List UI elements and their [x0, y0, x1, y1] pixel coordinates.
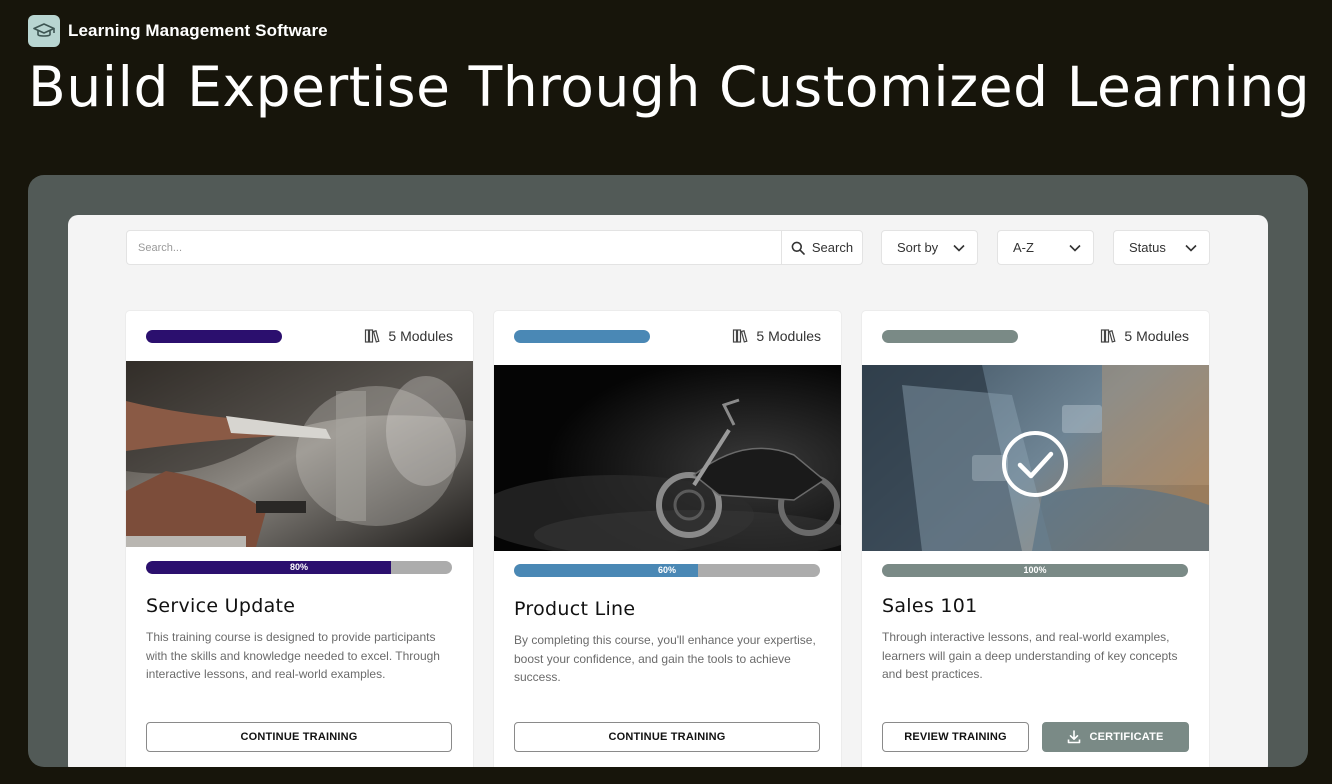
course-card-sales-101: 5 Modules 100% Sales 101 Through interac… — [862, 311, 1209, 767]
toolbar: Search Sort by A-Z Status — [126, 230, 1210, 265]
search-button[interactable]: Search — [781, 231, 862, 264]
course-card-service-update: 5 Modules 80% Service Update This traini… — [126, 311, 473, 767]
course-description: This training course is designed to prov… — [146, 630, 440, 681]
continue-training-label: CONTINUE TRAINING — [240, 731, 358, 743]
search-button-label: Search — [811, 240, 854, 255]
order-dropdown[interactable]: A-Z — [997, 230, 1094, 265]
progress-label: 80% — [289, 562, 308, 572]
course-description: Through interactive lessons, and real-wo… — [882, 630, 1178, 681]
review-training-label: REVIEW TRAINING — [904, 731, 1007, 743]
continue-training-button[interactable]: CONTINUE TRAINING — [146, 722, 452, 752]
progress-label: 60% — [657, 565, 676, 575]
search-icon — [791, 241, 805, 255]
course-image — [126, 361, 473, 547]
modules-label: 5 Modules — [388, 328, 453, 344]
graduation-cap-icon — [28, 15, 60, 47]
course-card-product-line: 5 Modules 60% Product Line By completing… — [494, 311, 841, 767]
search-input[interactable] — [127, 231, 781, 264]
continue-training-button[interactable]: CONTINUE TRAINING — [514, 722, 820, 752]
status-dropdown[interactable]: Status — [1113, 230, 1210, 265]
books-icon — [733, 329, 748, 343]
modules-count: 5 Modules — [732, 328, 821, 344]
search-box: Search — [126, 230, 863, 265]
hero-title: Build Expertise Through Customized Learn… — [28, 55, 1311, 119]
course-color-pill — [882, 330, 1018, 343]
brand: Learning Management Software — [28, 15, 328, 47]
chevron-down-icon — [1185, 244, 1197, 252]
certificate-label: CERTIFICATE — [1089, 731, 1164, 743]
app-frame: Search Sort by A-Z Status — [28, 175, 1308, 767]
progress-bar: 60% — [514, 564, 820, 577]
course-image — [862, 365, 1209, 551]
course-image — [494, 365, 841, 551]
course-color-pill — [514, 330, 650, 343]
certificate-button[interactable]: CERTIFICATE — [1042, 722, 1189, 752]
chevron-down-icon — [953, 244, 965, 252]
sort-by-label: Sort by — [897, 240, 939, 255]
progress-label: 100% — [1023, 565, 1047, 575]
modules-count: 5 Modules — [1100, 328, 1189, 344]
order-label: A-Z — [1013, 240, 1034, 255]
course-title: Service Update — [146, 595, 296, 617]
continue-training-label: CONTINUE TRAINING — [608, 731, 726, 743]
progress-bar: 100% — [882, 564, 1188, 577]
review-training-button[interactable]: REVIEW TRAINING — [882, 722, 1029, 752]
course-color-pill — [146, 330, 282, 343]
modules-label: 5 Modules — [756, 328, 821, 344]
app-name: Learning Management Software — [68, 21, 328, 40]
modules-count: 5 Modules — [364, 328, 453, 344]
course-title: Sales 101 — [882, 595, 978, 617]
chevron-down-icon — [1069, 244, 1081, 252]
course-description: By completing this course, you'll enhanc… — [514, 633, 816, 684]
books-icon — [365, 329, 380, 343]
status-label: Status — [1129, 240, 1166, 255]
books-icon — [1101, 329, 1116, 343]
course-panel: Search Sort by A-Z Status — [68, 215, 1268, 767]
download-icon — [1068, 730, 1081, 744]
course-title: Product Line — [514, 598, 636, 620]
progress-bar: 80% — [146, 561, 452, 574]
modules-label: 5 Modules — [1124, 328, 1189, 344]
sort-by-dropdown[interactable]: Sort by — [881, 230, 978, 265]
